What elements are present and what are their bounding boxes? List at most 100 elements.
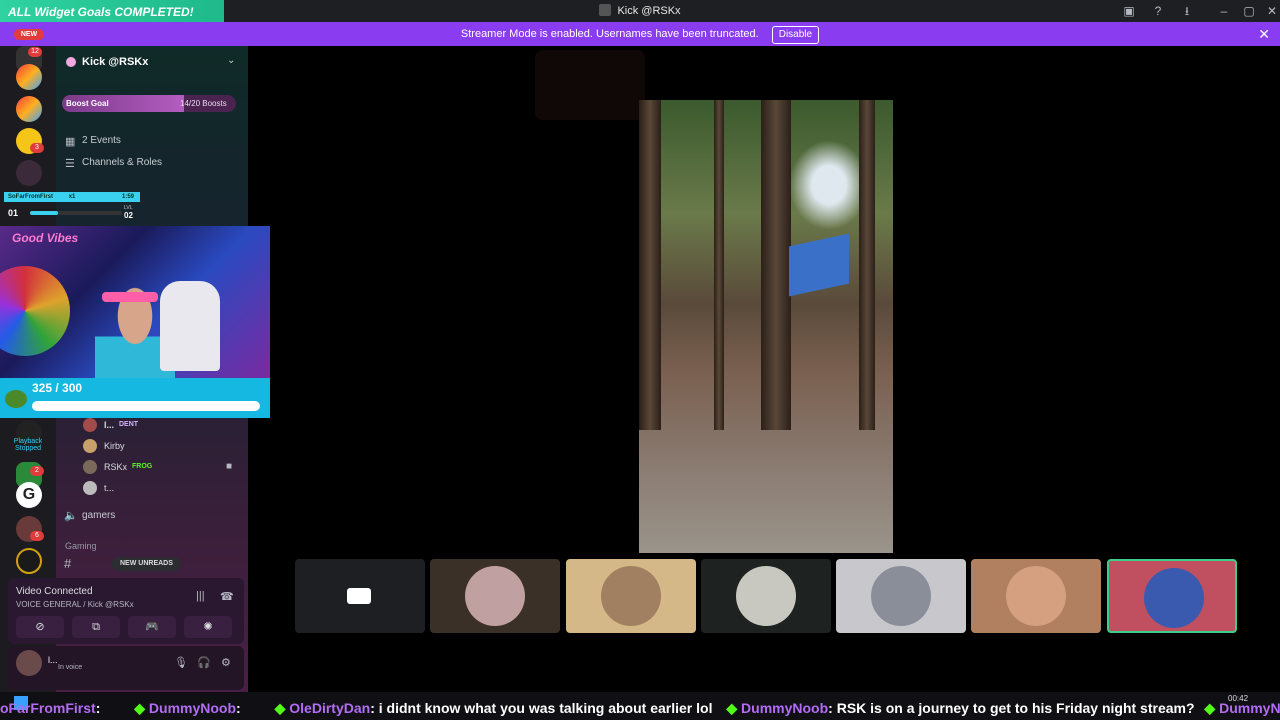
noise-icon[interactable]: ||| (196, 590, 205, 602)
participant-tile[interactable] (836, 559, 966, 633)
calendar-icon: ▦ (65, 136, 76, 148)
avatar[interactable] (16, 650, 42, 676)
download-icon[interactable]: ⭳ (1179, 3, 1195, 19)
user-tag: FROG (132, 463, 153, 470)
video-house (789, 233, 849, 297)
voice-user-name[interactable]: Kirby (104, 441, 125, 451)
server-name[interactable]: Kick @RSKx (82, 56, 148, 68)
ticker-text: : (95, 700, 101, 716)
frog-icon (5, 390, 27, 408)
ticker-badge-icon: ◆ (1204, 700, 1216, 716)
window-title-text: Kick @RSKx (617, 5, 681, 17)
category-gaming[interactable]: Gaming (65, 541, 97, 551)
background-cat-art (535, 50, 645, 120)
voice-user-name[interactable]: l... (104, 420, 114, 430)
video-tree (859, 100, 875, 430)
server-icon-arc-2[interactable] (16, 96, 42, 122)
video-camera-icon (347, 588, 371, 604)
avatar[interactable] (83, 460, 97, 474)
overlay-level-bar: 01 LVL 02 (4, 205, 140, 221)
user-tag: DENT (119, 421, 139, 428)
ticker-badge-icon: ◆ (134, 700, 146, 716)
overlay-player-name: SoFarFromFirst (8, 194, 54, 200)
speaker-icon: 🔈 (64, 510, 78, 522)
headband (102, 292, 158, 302)
window-title: Kick @RSKx (0, 4, 1280, 17)
mention-badge: 2 (30, 466, 44, 476)
video-tree (639, 100, 661, 430)
avatar[interactable] (83, 439, 97, 453)
voice-user-name[interactable]: t... (104, 483, 114, 493)
settings-gear-icon[interactable]: ⚙ (221, 656, 231, 669)
level-right: 02 (124, 211, 133, 220)
screen-share-icon[interactable]: ▣ (1121, 3, 1137, 19)
level-fill (30, 211, 58, 215)
avatar[interactable] (83, 418, 97, 432)
server-icon-arc-1[interactable] (16, 64, 42, 90)
participant-tile[interactable] (971, 559, 1101, 633)
screen-share-button[interactable]: ⧉ (72, 616, 120, 638)
server-icon-last-epoch[interactable] (16, 160, 42, 186)
webcam-overlay: Good Vibes (0, 226, 270, 378)
participant-tile-speaking[interactable] (1107, 559, 1237, 633)
server-boost-icon (66, 57, 76, 67)
level-track (30, 211, 122, 215)
new-unreads-pill[interactable]: NEW UNREADS (112, 557, 181, 571)
participant-tile[interactable] (566, 559, 696, 633)
video-tree (761, 100, 791, 430)
activity-button[interactable]: 🎮 (128, 616, 176, 638)
ticker-user: OleDirtyDan (289, 700, 371, 716)
video-tree (714, 100, 724, 430)
sub-goal-count: 325 / 300 (32, 381, 83, 395)
video-sky (789, 140, 869, 230)
participant-tile[interactable] (430, 559, 560, 633)
server-icon-gold[interactable] (16, 548, 42, 574)
headphones-icon[interactable]: 🎧 (197, 656, 211, 669)
boost-goal-count: 14/20 Boosts (180, 99, 227, 108)
sub-goal-progress (32, 401, 260, 411)
minimize-icon[interactable]: – (1216, 3, 1232, 19)
participant-tile[interactable] (701, 559, 831, 633)
soundboard-button[interactable]: ✺ (184, 616, 232, 638)
microphone-icon[interactable]: 🎙 (174, 656, 188, 669)
avatar (1006, 566, 1066, 626)
maximize-icon[interactable]: ▢ (1241, 3, 1257, 19)
ticker-user: DummyNoob (741, 700, 829, 716)
overlay-multiplier: x1 (68, 194, 76, 200)
events-link[interactable]: 2 Events (82, 135, 121, 146)
streamer-mode-bar: Streamer Mode is enabled. Usernames have… (0, 22, 1280, 46)
mention-badge: 12 (28, 47, 42, 57)
avatar (601, 566, 661, 626)
playback-status: Playback Stopped (13, 438, 43, 452)
participant-tile[interactable] (295, 559, 425, 633)
chevron-down-icon[interactable]: ⌄ (227, 55, 235, 66)
close-icon[interactable]: ✕ (1258, 22, 1270, 46)
avatar (465, 566, 525, 626)
voice-user-name[interactable]: RSKx (104, 462, 127, 472)
disconnect-icon[interactable]: ☎ (220, 590, 234, 603)
camera-toggle-button[interactable]: ⊘ (16, 616, 64, 638)
avatar (736, 566, 796, 626)
ticker-text: : RSK is on a journey to get to his Frid… (828, 700, 1195, 716)
avatar (871, 566, 931, 626)
channels-roles-link[interactable]: Channels & Roles (82, 157, 162, 168)
channel-gamers[interactable]: gamers (82, 510, 115, 521)
help-icon[interactable]: ? (1150, 3, 1166, 19)
overlay-player-bar: SoFarFromFirst x1 1:59 (4, 192, 140, 202)
voice-status[interactable]: Video Connected (16, 586, 93, 597)
avatar[interactable] (83, 481, 97, 495)
main-video-stream[interactable] (639, 100, 893, 553)
ticker-text: : i didnt know what you was talking abou… (370, 700, 713, 716)
disable-streamer-mode-button[interactable]: Disable (771, 26, 820, 44)
streamer-mode-message: Streamer Mode is enabled. Usernames have… (460, 28, 759, 40)
server-icon-g[interactable]: G (16, 482, 42, 508)
ticker-user: DummyNoob (148, 700, 237, 716)
neon-sign: Good Vibes (12, 231, 79, 245)
avatar (1144, 568, 1204, 628)
ticker-text: : (236, 700, 241, 716)
close-window-icon[interactable]: ✕ (1264, 3, 1280, 19)
mention-badge: 6 (30, 531, 44, 541)
user-name[interactable]: l... (48, 655, 58, 665)
list-icon: ☰ (65, 158, 75, 170)
voice-channel[interactable]: VOICE GENERAL / Kick @RSKx (16, 600, 134, 609)
